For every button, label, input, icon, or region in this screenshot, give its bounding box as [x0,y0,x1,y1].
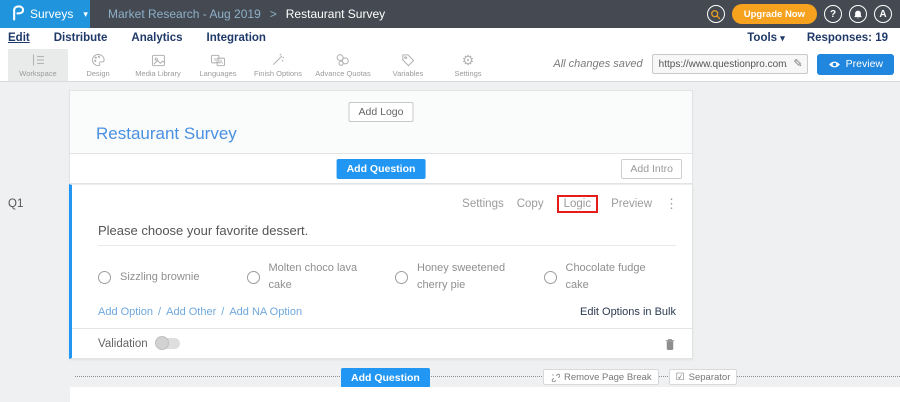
tool-finish-options[interactable]: Finish Options [248,49,308,81]
tools-menu[interactable]: Tools ▾ [747,32,785,44]
tool-variables[interactable]: Variables [378,49,438,81]
edit-options-in-bulk-link[interactable]: Edit Options in Bulk [580,306,676,318]
help-button[interactable]: ? [824,5,842,23]
survey-card: Add Logo Restaurant Survey Add Question … [69,90,693,359]
survey-canvas: Q1 Add Logo Restaurant Survey Add Questi… [0,82,900,402]
separator-toggle-button[interactable]: ☑ Separator [669,369,738,385]
question-settings-link[interactable]: Settings [462,198,504,210]
tool-media-library[interactable]: Media Library [128,49,188,81]
radio-button[interactable] [395,271,408,284]
tag-icon [401,51,415,67]
answer-option: Honey sweetened cherry pie [395,260,544,294]
delete-question-button[interactable] [664,337,676,351]
question-number-label: Q1 [8,198,23,210]
tool-workspace[interactable]: Workspace [8,49,68,81]
tool-languages[interactable]: xA Languages [188,49,248,81]
toggle-knob [155,336,169,350]
page-break-row: Add Question Remove Page Break ☑ Separat… [75,368,900,386]
upgrade-now-button[interactable]: Upgrade Now [732,4,817,24]
question-copy-link[interactable]: Copy [517,198,544,210]
image-icon [151,51,166,67]
chevron-down-icon: ▾ [83,9,88,20]
validation-label: Validation [98,338,148,350]
svg-text:x: x [214,57,217,63]
notifications-button[interactable] [849,5,867,23]
add-question-button[interactable]: Add Question [337,159,426,179]
tab-integration[interactable]: Integration [207,32,266,44]
tool-design[interactable]: Design [68,49,128,81]
question-footer: Validation [72,328,692,358]
tab-analytics[interactable]: Analytics [131,32,182,44]
radio-button[interactable] [247,271,260,284]
next-page-area [70,387,900,402]
preview-button[interactable]: Preview [817,54,894,75]
question-actions: Settings Copy Logic Preview ⋮ [72,195,692,213]
answer-options: Sizzling brownie Molten choco lava cake … [98,260,692,294]
option-label[interactable]: Honey sweetened cherry pie [417,260,515,294]
broken-link-icon [550,372,560,382]
workspace-icon [30,51,46,67]
chevron-down-icon: ▾ [780,33,785,43]
radio-button[interactable] [544,271,557,284]
add-na-option-link[interactable]: Add NA Option [229,306,302,318]
section-nav: Edit Distribute Analytics Integration To… [0,28,900,47]
breadcrumb-current: Restaurant Survey [286,7,385,21]
questionpro-logo-icon [9,4,24,24]
question-logic-link[interactable]: Logic [557,195,599,213]
responses-count[interactable]: Responses: 19 [807,32,888,44]
top-bar: Surveys ▾ Market Research - Aug 2019 > R… [0,0,900,28]
bell-icon [853,9,863,20]
add-logo-button[interactable]: Add Logo [349,102,414,122]
option-label[interactable]: Sizzling brownie [120,269,218,286]
breadcrumb-separator: > [270,7,277,21]
palette-icon [91,51,106,67]
translate-icon: xA [210,51,226,67]
remove-page-break-button[interactable]: Remove Page Break [543,369,659,385]
breadcrumb-parent[interactable]: Market Research - Aug 2019 [108,7,261,21]
answer-option: Chocolate fudge cake [544,260,693,294]
breadcrumb: Market Research - Aug 2019 > Restaurant … [108,7,385,21]
search-button[interactable] [707,5,725,23]
radio-button[interactable] [98,271,111,284]
add-question-between-button[interactable]: Add Question [341,368,430,388]
survey-url-field: ✎ [652,54,808,75]
tab-edit[interactable]: Edit [8,32,30,44]
survey-title[interactable]: Restaurant Survey [96,124,237,144]
tool-advance-quotas[interactable]: Advance Quotas [308,49,378,81]
link-separator: / [158,306,161,318]
add-question-row: Add Question Add Intro [69,154,693,184]
tool-settings[interactable]: ⚙ Settings [438,49,498,81]
validation-toggle[interactable] [156,338,180,349]
tab-distribute[interactable]: Distribute [54,32,108,44]
trash-icon [664,337,676,351]
question-block: Settings Copy Logic Preview ⋮ Please cho… [69,184,693,359]
answer-option: Molten choco lava cake [247,260,396,294]
surveys-menu[interactable]: Surveys ▾ [0,0,90,28]
surveys-menu-label: Surveys [30,7,73,21]
edit-url-pencil-icon[interactable]: ✎ [793,57,802,70]
survey-header: Add Logo Restaurant Survey [69,90,693,154]
topbar-actions: Upgrade Now ? A [707,4,900,24]
gear-icon: ⚙ [462,53,475,67]
svg-text:A: A [219,60,223,66]
checkbox-checked-icon: ☑ [676,372,685,383]
edit-toolbar: Workspace Design Media Library xA Langua… [0,47,900,82]
question-text[interactable]: Please choose your favorite dessert. [98,223,676,246]
add-option-link[interactable]: Add Option [98,306,153,318]
add-intro-button[interactable]: Add Intro [621,159,682,179]
answer-option: Sizzling brownie [98,260,247,294]
save-status: All changes saved [553,58,642,70]
eye-icon [828,60,841,69]
option-links-row: Add Option / Add Other / Add NA Option E… [98,306,676,318]
chain-links-icon [335,51,351,67]
option-label[interactable]: Molten choco lava cake [269,260,367,294]
option-label[interactable]: Chocolate fudge cake [566,260,664,294]
link-separator: / [221,306,224,318]
add-other-link[interactable]: Add Other [166,306,216,318]
kebab-menu-icon[interactable]: ⋮ [665,196,678,212]
question-preview-link[interactable]: Preview [611,198,652,210]
survey-url-input[interactable] [652,54,808,74]
account-avatar[interactable]: A [874,5,892,23]
magic-wand-icon [271,51,285,67]
